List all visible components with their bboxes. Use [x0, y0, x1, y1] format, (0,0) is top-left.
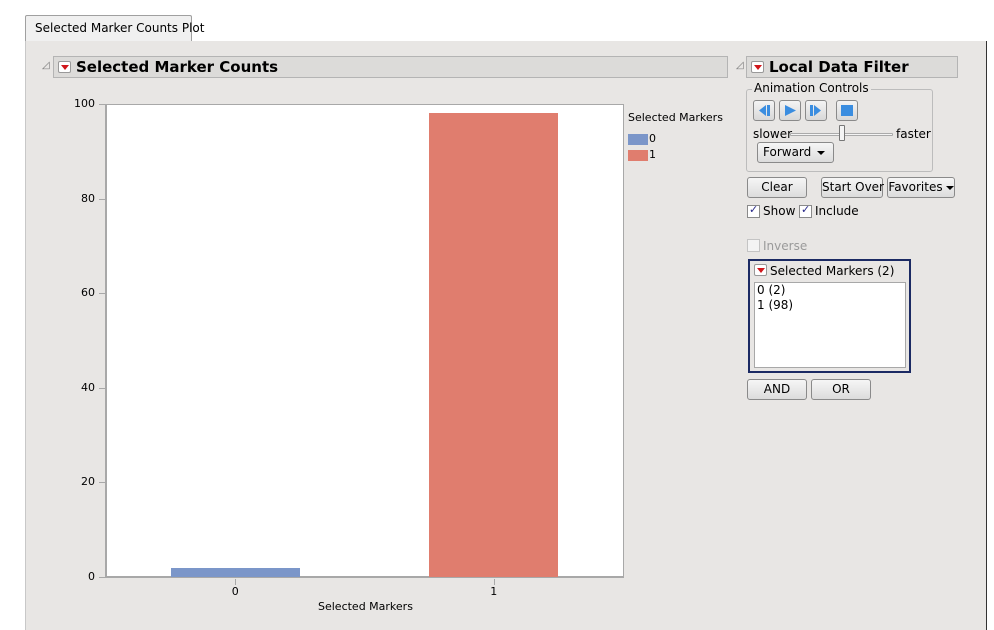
legend-title: Selected Markers: [628, 111, 723, 124]
y-tick-label: 60: [81, 286, 95, 300]
inverse-label: Inverse: [763, 239, 808, 253]
animation-controls-label: Animation Controls: [752, 81, 871, 95]
y-tick-label: 20: [81, 475, 95, 489]
legend-label: 0: [649, 132, 656, 145]
y-tick-label: 80: [81, 191, 95, 205]
inverse-checkbox[interactable]: [747, 239, 760, 252]
y-tick-label: 40: [81, 380, 95, 394]
speed-slider-thumb[interactable]: [838, 125, 845, 141]
y-tick: [99, 387, 105, 389]
report-panel: ◿ Selected Marker Counts 0 20 40 60 80 100 0 1 …: [25, 41, 987, 630]
filter-values-listbox[interactable]: 0 (2) 1 (98): [754, 282, 906, 368]
filter-disclosure-triangle-icon[interactable]: ◿: [736, 61, 744, 71]
play-icon: [785, 105, 796, 116]
filter-red-triangle-menu-icon[interactable]: [751, 61, 764, 73]
favorites-button[interactable]: Favorites: [887, 177, 955, 198]
chevron-down-icon: [817, 150, 826, 155]
y-tick: [99, 198, 105, 200]
stop-icon: [841, 105, 853, 116]
y-tick: [99, 482, 105, 484]
column-filter-box: Selected Markers (2) 0 (2) 1 (98): [748, 259, 911, 373]
filter-outline-header: Local Data Filter: [746, 56, 958, 78]
legend-label: 1: [649, 148, 656, 161]
play-button[interactable]: [779, 100, 801, 121]
chevron-down-icon: [945, 185, 954, 190]
bar-0[interactable]: [170, 567, 300, 577]
bar-chart: 0 20 40 60 80 100 0 1 Selected Markers Selected…: [26, 41, 746, 630]
step-forward-icon: [810, 105, 821, 116]
step-back-icon: [759, 105, 770, 116]
legend-swatch[interactable]: [628, 150, 648, 161]
step-forward-button[interactable]: [805, 100, 827, 121]
include-checkbox[interactable]: [799, 203, 812, 218]
and-button[interactable]: AND: [747, 379, 807, 400]
column-filter-title: Selected Markers (2): [770, 264, 895, 278]
faster-label: faster: [896, 127, 931, 141]
stop-button[interactable]: [836, 100, 858, 121]
include-label: Include: [815, 204, 859, 218]
favorites-label: Favorites: [888, 180, 943, 194]
y-tick-label: 100: [74, 97, 95, 110]
column-filter-red-triangle-icon[interactable]: [754, 264, 767, 276]
x-tick-label: 1: [490, 585, 498, 598]
direction-combo[interactable]: Forward: [757, 142, 834, 163]
direction-value: Forward: [763, 145, 812, 159]
start-over-button[interactable]: Start Over: [821, 177, 884, 198]
or-button[interactable]: OR: [811, 379, 871, 400]
step-back-button[interactable]: [753, 100, 775, 121]
y-tick: [99, 293, 105, 295]
filter-value-item[interactable]: 0 (2): [755, 283, 905, 298]
bar-1[interactable]: [429, 113, 559, 577]
show-checkbox[interactable]: [747, 203, 760, 218]
filter-title: Local Data Filter: [769, 58, 909, 76]
x-tick-label: 0: [231, 585, 239, 598]
y-tick-label: 0: [88, 570, 95, 583]
show-label: Show: [763, 204, 796, 218]
tab-selected-marker-counts-plot[interactable]: Selected Marker Counts Plot: [25, 15, 204, 42]
x-axis-title: Selected Markers: [318, 600, 413, 613]
y-tick: [99, 577, 105, 578]
legend-swatch[interactable]: [628, 134, 648, 145]
clear-button[interactable]: Clear: [747, 177, 807, 198]
y-tick: [99, 104, 105, 105]
slower-label: slower: [753, 127, 793, 141]
filter-value-item[interactable]: 1 (98): [755, 298, 905, 313]
